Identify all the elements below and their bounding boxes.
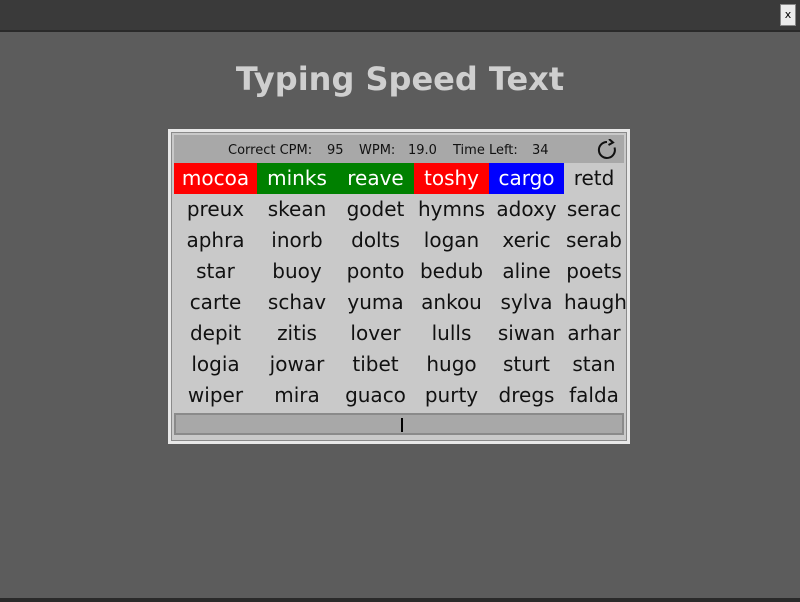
word-2-3: logan bbox=[423, 228, 480, 252]
word-1-0: preux bbox=[186, 197, 245, 221]
word-0-4: cargo bbox=[489, 163, 564, 194]
word-4-1: schav bbox=[267, 290, 327, 314]
word-3-0: star bbox=[196, 259, 235, 283]
time-left-label: Time Left: bbox=[453, 143, 518, 158]
word-6-0: logia bbox=[191, 352, 240, 376]
word-7-4: dregs bbox=[498, 383, 555, 407]
typing-panel: Correct CPM: 95 WPM: 19.0 Time Left: 34 … bbox=[168, 129, 630, 444]
cpm-label: Correct CPM: bbox=[228, 143, 313, 158]
word-3-4: aline bbox=[502, 259, 551, 283]
word-5-1: zitis bbox=[277, 321, 317, 345]
word-1-4: adoxy bbox=[496, 197, 557, 221]
word-2-5: serab bbox=[566, 228, 622, 252]
word-4-4: sylva bbox=[500, 290, 553, 314]
word-4-0: carte bbox=[189, 290, 242, 314]
word-3-1: buoy bbox=[272, 259, 322, 283]
cpm-value: 95 bbox=[327, 143, 344, 158]
word-2-4: xeric bbox=[502, 228, 551, 252]
word-2-1: inorb bbox=[271, 228, 323, 252]
word-0-5: retd bbox=[573, 166, 615, 190]
word-6-3: hugo bbox=[426, 352, 477, 376]
word-5-2: lover bbox=[350, 321, 401, 345]
word-6-1: jowar bbox=[269, 352, 325, 376]
wpm-value: 19.0 bbox=[408, 143, 437, 158]
word-0-0: mocoa bbox=[174, 163, 257, 194]
close-button[interactable]: x bbox=[780, 4, 796, 26]
word-6-5: stan bbox=[572, 352, 616, 376]
word-3-2: ponto bbox=[346, 259, 405, 283]
word-7-3: purty bbox=[424, 383, 479, 407]
word-4-5: haugh bbox=[564, 290, 627, 314]
word-5-5: arhar bbox=[567, 321, 621, 345]
word-0-3: toshy bbox=[414, 163, 489, 194]
word-1-3: hymns bbox=[417, 197, 486, 221]
word-3-3: bedub bbox=[419, 259, 484, 283]
word-2-0: aphra bbox=[186, 228, 245, 252]
refresh-icon[interactable] bbox=[596, 139, 618, 161]
word-4-3: ankou bbox=[421, 290, 482, 314]
word-7-0: wiper bbox=[187, 383, 244, 407]
window-titlebar: x bbox=[0, 0, 800, 32]
word-0-1: minks bbox=[257, 163, 337, 194]
window-bottom-border bbox=[0, 598, 800, 602]
word-1-1: skean bbox=[267, 197, 327, 221]
stats-bar: Correct CPM: 95 WPM: 19.0 Time Left: 34 bbox=[174, 135, 624, 163]
word-7-1: mira bbox=[274, 383, 320, 407]
word-7-2: guaco bbox=[345, 383, 406, 407]
page-title: Typing Speed Text bbox=[235, 60, 565, 98]
word-6-2: tibet bbox=[352, 352, 399, 376]
time-left-value: 34 bbox=[532, 143, 549, 158]
word-5-3: lulls bbox=[431, 321, 472, 345]
word-1-2: godet bbox=[346, 197, 405, 221]
word-1-5: serac bbox=[566, 197, 622, 221]
word-2-2: dolts bbox=[351, 228, 400, 252]
typing-input[interactable] bbox=[174, 413, 624, 435]
wpm-label: WPM: bbox=[359, 143, 396, 158]
word-3-5: poets bbox=[566, 259, 622, 283]
word-0-2: reave bbox=[337, 163, 414, 194]
word-5-0: depit bbox=[189, 321, 242, 345]
text-caret bbox=[401, 418, 403, 432]
word-5-4: siwan bbox=[497, 321, 556, 345]
word-4-2: yuma bbox=[347, 290, 404, 314]
word-7-5: falda bbox=[569, 383, 619, 407]
word-6-4: sturt bbox=[502, 352, 550, 376]
